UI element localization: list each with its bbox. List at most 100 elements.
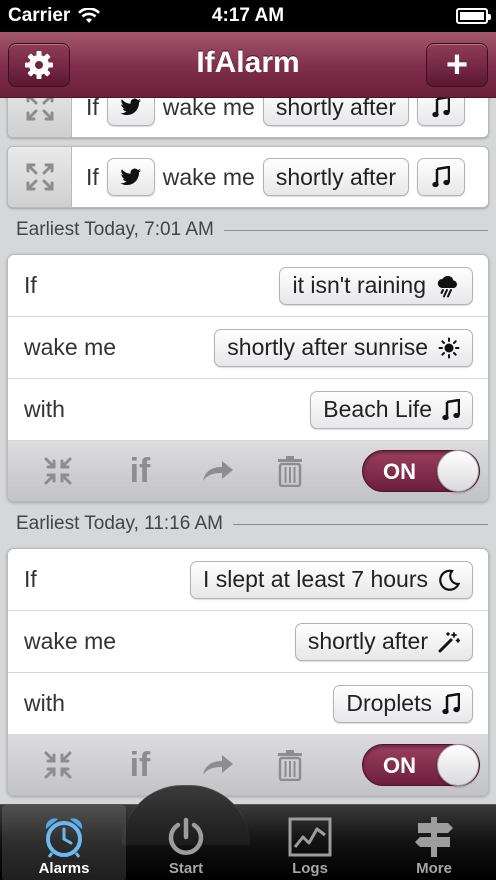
if-button[interactable]: if bbox=[120, 746, 160, 784]
expand-icon bbox=[26, 98, 53, 121]
toggle-label: ON bbox=[383, 459, 416, 484]
condition-row: If it isn't raining bbox=[8, 255, 488, 317]
sound-button[interactable]: Beach Life bbox=[310, 390, 473, 429]
toggle-label: ON bbox=[383, 753, 416, 778]
timing-text: shortly after sunrise bbox=[227, 334, 428, 360]
twitter-icon bbox=[120, 168, 141, 186]
trigger-button[interactable] bbox=[106, 98, 155, 126]
section-title: Earliest Today, 7:01 AM bbox=[16, 219, 214, 240]
status-time: 4:17 AM bbox=[211, 5, 285, 26]
if-label: If bbox=[86, 163, 99, 190]
status-bar: Carrier 4:17 AM bbox=[0, 0, 496, 32]
alarm-card: If I slept at least 7 hours wake me shor… bbox=[7, 548, 489, 796]
timing-text: shortly after bbox=[307, 628, 428, 654]
collapse-icon bbox=[44, 751, 72, 779]
timing-button[interactable]: shortly after bbox=[262, 158, 409, 196]
wake-row: wake me shortly after bbox=[8, 611, 488, 673]
collapsed-alarm[interactable]: If wake me shortly after bbox=[7, 146, 489, 208]
wake-row: wake me shortly after sunrise bbox=[8, 317, 488, 379]
tab-label: Logs bbox=[292, 860, 328, 877]
alarm-clock-icon bbox=[45, 818, 83, 858]
expand-handle[interactable] bbox=[8, 98, 72, 137]
twitter-icon bbox=[120, 98, 141, 116]
music-note-icon bbox=[432, 166, 450, 188]
battery-icon bbox=[456, 8, 491, 24]
sound-row: with Droplets bbox=[8, 673, 488, 735]
condition-text: it isn't raining bbox=[292, 272, 426, 298]
with-label: with bbox=[24, 396, 65, 422]
trash-icon bbox=[278, 456, 302, 487]
share-arrow-icon bbox=[203, 755, 233, 775]
if-label: If bbox=[24, 272, 37, 298]
expand-handle[interactable] bbox=[8, 147, 72, 207]
chart-icon bbox=[288, 817, 332, 857]
wake-label: wake me bbox=[24, 628, 117, 654]
tab-start[interactable]: Start bbox=[124, 805, 248, 880]
tab-label: More bbox=[416, 860, 452, 877]
alarm-toggle[interactable]: ON bbox=[362, 450, 480, 492]
signpost-icon bbox=[415, 817, 453, 857]
sound-text: Droplets bbox=[346, 690, 432, 716]
moon-icon bbox=[439, 569, 460, 591]
section-header: Earliest Today, 7:01 AM bbox=[16, 216, 488, 244]
wake-label: wake me bbox=[162, 98, 255, 120]
sound-text: Beach Life bbox=[323, 396, 432, 422]
alarm-toggle[interactable]: ON bbox=[362, 744, 480, 786]
tab-label: Start bbox=[168, 860, 204, 877]
alarm-toolbar: if ON bbox=[8, 735, 488, 795]
timing-button[interactable]: shortly after sunrise bbox=[214, 328, 473, 367]
music-note-icon bbox=[432, 98, 450, 118]
alarm-toolbar: if ON bbox=[8, 441, 488, 501]
delete-button[interactable] bbox=[274, 453, 306, 489]
collapse-button[interactable] bbox=[40, 453, 76, 489]
condition-row: If I slept at least 7 hours bbox=[8, 549, 488, 611]
tab-label: Alarms bbox=[38, 860, 90, 877]
if-label: If bbox=[24, 566, 37, 592]
condition-button[interactable]: I slept at least 7 hours bbox=[189, 560, 473, 599]
collapsed-alarm[interactable]: If wake me shortly after bbox=[7, 98, 489, 138]
alarm-list[interactable]: If wake me shortly after If wake me shor… bbox=[0, 98, 496, 804]
collapse-button[interactable] bbox=[40, 747, 76, 783]
section-title: Earliest Today, 11:16 AM bbox=[16, 513, 224, 534]
with-label: with bbox=[24, 690, 65, 716]
tab-alarms[interactable]: Alarms bbox=[2, 805, 126, 880]
music-note-icon bbox=[442, 692, 460, 714]
alarm-card: If it isn't raining wake me shortly afte… bbox=[7, 254, 489, 502]
tab-logs[interactable]: Logs bbox=[248, 805, 372, 880]
sun-icon bbox=[438, 337, 460, 358]
if-button[interactable]: if bbox=[120, 452, 160, 490]
share-button[interactable] bbox=[198, 747, 238, 783]
section-divider bbox=[223, 229, 488, 231]
expand-icon bbox=[26, 163, 53, 191]
share-arrow-icon bbox=[203, 461, 233, 481]
condition-text: I slept at least 7 hours bbox=[202, 566, 428, 592]
add-alarm-button[interactable]: + bbox=[426, 43, 488, 87]
sound-button[interactable] bbox=[416, 98, 465, 126]
tab-more[interactable]: More bbox=[372, 805, 496, 880]
tab-bar: Alarms Start Logs More bbox=[0, 785, 496, 880]
timing-button[interactable]: shortly after bbox=[262, 98, 409, 126]
wake-label: wake me bbox=[162, 163, 255, 190]
wake-label: wake me bbox=[24, 334, 117, 360]
sound-row: with Beach Life bbox=[8, 379, 488, 441]
music-note-icon bbox=[442, 398, 460, 420]
share-button[interactable] bbox=[198, 453, 238, 489]
sound-button[interactable]: Droplets bbox=[333, 684, 473, 723]
collapse-icon bbox=[44, 457, 72, 485]
condition-button[interactable]: it isn't raining bbox=[279, 266, 473, 305]
rain-cloud-icon bbox=[437, 275, 457, 297]
app-title: IfAlarm bbox=[196, 46, 300, 79]
sound-button[interactable] bbox=[416, 158, 465, 196]
toggle-knob bbox=[437, 744, 479, 786]
delete-button[interactable] bbox=[274, 747, 306, 783]
timing-button[interactable]: shortly after bbox=[294, 622, 473, 661]
trash-icon bbox=[278, 750, 302, 781]
magic-wand-icon bbox=[438, 631, 460, 652]
toggle-knob bbox=[437, 450, 479, 492]
nav-bar: IfAlarm + bbox=[0, 32, 496, 98]
section-header: Earliest Today, 11:16 AM bbox=[16, 510, 488, 538]
trigger-button[interactable] bbox=[106, 158, 155, 196]
section-divider bbox=[233, 523, 488, 525]
power-icon bbox=[168, 817, 204, 855]
if-label: If bbox=[86, 98, 99, 120]
